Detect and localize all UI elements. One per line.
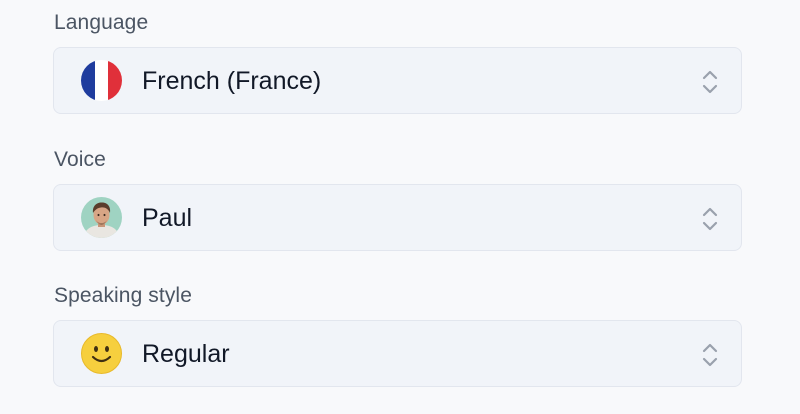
voice-select[interactable]: Paul xyxy=(53,184,742,251)
chevron-up-down-icon xyxy=(702,343,718,367)
france-flag-icon xyxy=(81,60,122,101)
language-label: Language xyxy=(54,11,149,34)
speaking-style-select[interactable]: Regular xyxy=(53,320,742,387)
language-select[interactable]: French (France) xyxy=(53,47,742,114)
language-value: French (France) xyxy=(142,67,322,95)
speaking-style-label: Speaking style xyxy=(54,284,192,307)
smiley-face-icon xyxy=(81,333,122,374)
chevron-up-down-icon xyxy=(702,70,718,94)
avatar-icon xyxy=(81,197,122,238)
voice-value: Paul xyxy=(142,204,193,232)
voice-settings-panel: Language French (France) Voice Paul Spea… xyxy=(0,0,800,414)
speaking-style-value: Regular xyxy=(142,340,230,368)
voice-label: Voice xyxy=(54,148,106,171)
chevron-up-down-icon xyxy=(702,207,718,231)
